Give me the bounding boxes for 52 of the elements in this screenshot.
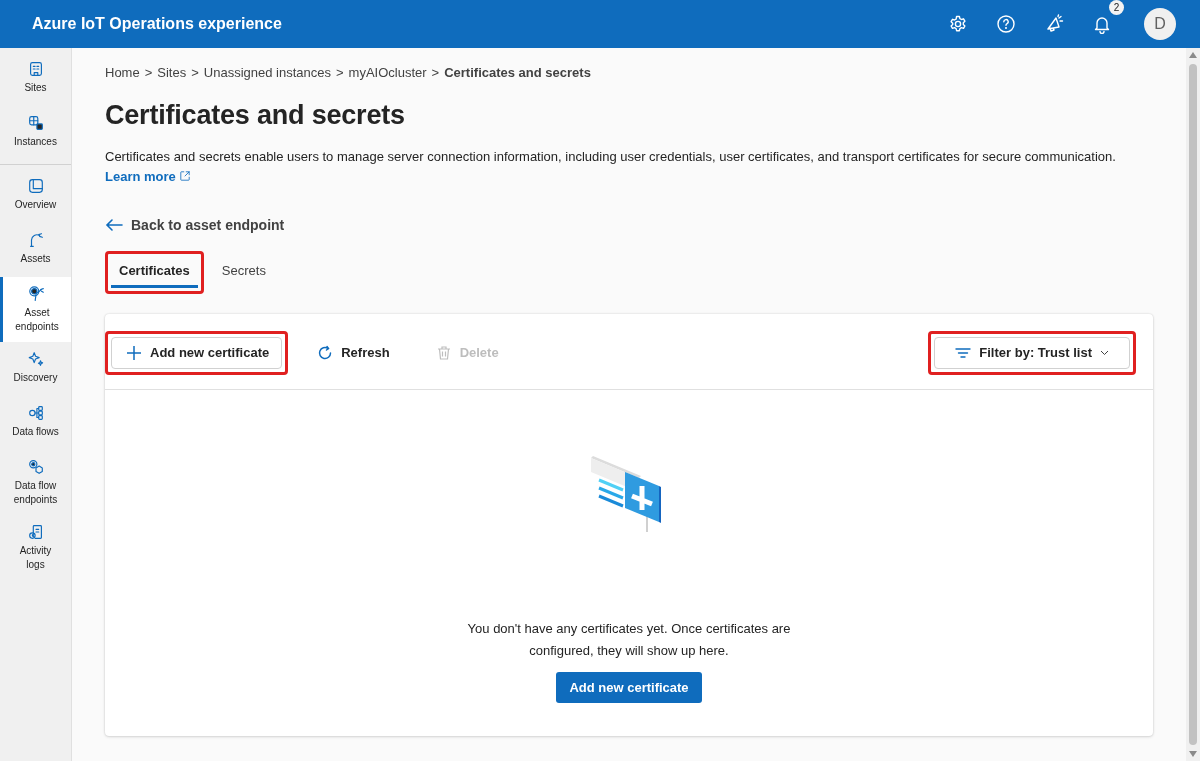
add-button[interactable]: Add new certificate xyxy=(111,336,283,369)
back-link[interactable]: Back to asset endpoint xyxy=(105,217,1154,233)
external-link-icon xyxy=(178,170,191,182)
flow-icon xyxy=(26,404,45,422)
breadcrumb-link[interactable]: Unassigned instances xyxy=(203,65,331,80)
scroll-up-icon xyxy=(1189,52,1197,58)
panel-icon xyxy=(26,177,45,195)
plus-icon xyxy=(126,344,142,361)
tab[interactable]: Secrets xyxy=(213,257,274,288)
scroll-thumb[interactable] xyxy=(1189,64,1197,745)
page-title: Certificates and secrets xyxy=(105,100,406,131)
filter-button[interactable]: Filter by: Trust list xyxy=(934,336,1130,369)
nav-item[interactable]: Overview xyxy=(0,169,71,223)
back-arrow-icon xyxy=(105,218,123,232)
nav-item[interactable]: Sites xyxy=(0,52,71,106)
breadcrumb-link[interactable]: Home xyxy=(105,65,140,80)
add-certificate-button[interactable]: Add new certificate xyxy=(556,672,702,703)
breadcrumb-link[interactable]: myAIOcluster xyxy=(348,65,427,80)
chevron-down-icon xyxy=(1100,349,1109,356)
settings-icon[interactable] xyxy=(948,14,968,34)
endpoint-icon xyxy=(28,285,46,303)
notification-count: 2 xyxy=(1109,0,1124,15)
nav-item[interactable]: Data flows xyxy=(0,396,71,450)
nav-item[interactable]: Activity logs xyxy=(0,515,71,580)
sparkle-icon xyxy=(26,350,45,368)
refresh-button[interactable]: Refresh xyxy=(306,336,401,369)
scroll-down-icon xyxy=(1189,751,1197,757)
empty-state-message: You don't have any certificates yet. Once certificates are configured, they will show up here. xyxy=(466,620,792,660)
grid-icon xyxy=(26,114,45,132)
nav-item[interactable]: Asset endpoints xyxy=(0,277,71,342)
trash-icon xyxy=(435,344,452,361)
nav-item[interactable]: Assets xyxy=(0,223,71,277)
log-icon xyxy=(26,523,45,541)
refresh-icon xyxy=(317,344,334,361)
app-title: Azure IoT Operations experience xyxy=(32,15,283,33)
megaphone-icon[interactable] xyxy=(1044,14,1064,34)
node-icon xyxy=(26,458,45,476)
nav-item[interactable]: Instances xyxy=(0,106,71,160)
breadcrumb-separator: > xyxy=(191,65,199,80)
scrollbar[interactable] xyxy=(1186,48,1200,761)
breadcrumb-separator: > xyxy=(336,65,344,80)
notifications-icon[interactable] xyxy=(1092,14,1112,34)
page-description: Certificates and secrets enable users to manage server connection information, including user credentials, user certificates, and transport certificates for secure communication. xyxy=(105,149,1116,164)
tab[interactable]: Certificates xyxy=(111,257,198,288)
nav-item[interactable]: Discovery xyxy=(0,342,71,396)
breadcrumb-separator: > xyxy=(431,65,440,80)
learn-more-link[interactable]: Learn more xyxy=(105,169,191,184)
user-avatar[interactable]: D xyxy=(1144,8,1176,40)
breadcrumb-link[interactable]: Sites xyxy=(157,65,187,80)
nav-item[interactable]: Data flow endpoints xyxy=(0,450,71,515)
help-icon[interactable] xyxy=(996,14,1016,34)
breadcrumb-separator: > xyxy=(144,65,153,80)
